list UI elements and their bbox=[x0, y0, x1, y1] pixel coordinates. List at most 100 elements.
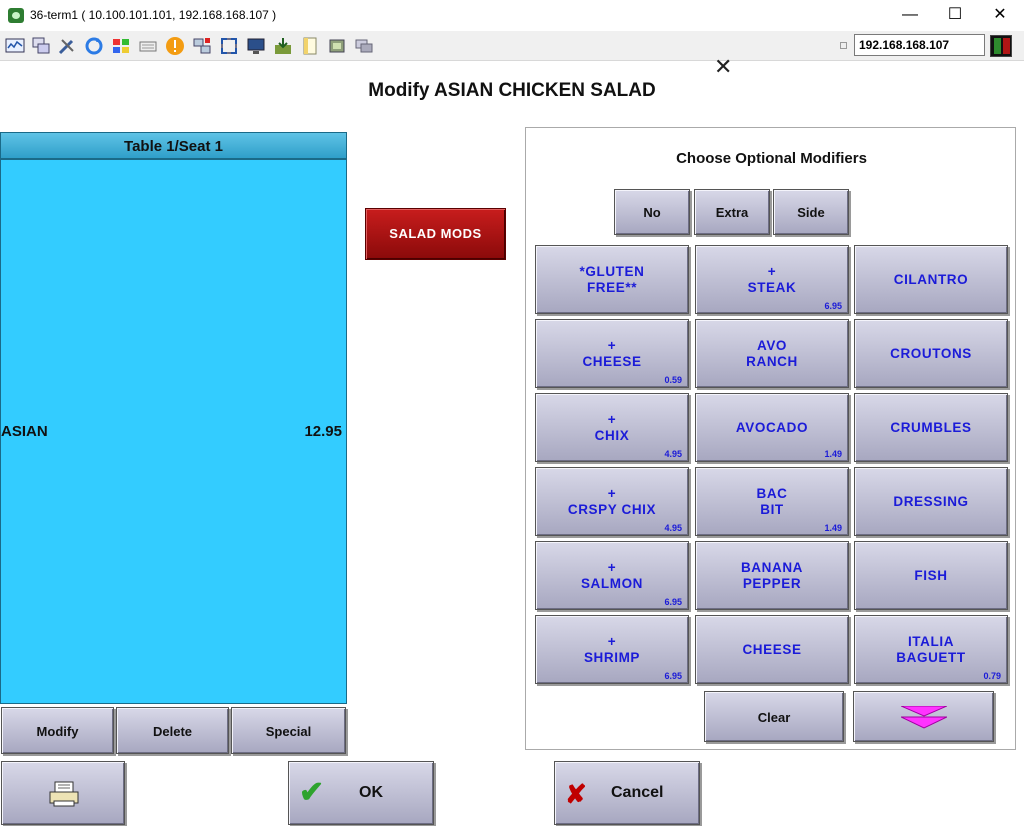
checkmark-icon: ✔ bbox=[299, 776, 325, 809]
ok-button[interactable]: ✔ OK bbox=[288, 761, 434, 825]
modifier-button[interactable]: FISH bbox=[854, 541, 1008, 610]
chat-icon[interactable] bbox=[354, 36, 374, 56]
document-icon[interactable] bbox=[300, 36, 320, 56]
modifier-button[interactable]: CROUTONS bbox=[854, 319, 1008, 388]
alert-icon[interactable] bbox=[165, 36, 185, 56]
modify-button[interactable]: Modify bbox=[1, 707, 114, 754]
windows-logo-icon[interactable] bbox=[111, 36, 131, 56]
fullscreen-icon[interactable] bbox=[219, 36, 239, 56]
network-icon[interactable] bbox=[192, 36, 212, 56]
modifier-label: AVO RANCH bbox=[696, 338, 848, 370]
order-item-name[interactable]: ASIAN bbox=[1, 423, 48, 440]
modifier-button[interactable]: BANANA PEPPER bbox=[695, 541, 849, 610]
tools-icon[interactable] bbox=[57, 36, 77, 56]
modifier-label-line: PEPPER bbox=[742, 575, 802, 591]
modifier-label: ITALIA BAGUETT bbox=[855, 634, 1007, 666]
screenshot-icon[interactable] bbox=[327, 36, 347, 56]
display-icon[interactable] bbox=[246, 36, 266, 56]
modifier-button[interactable]: + STEAK 6.95 bbox=[695, 245, 849, 314]
modifier-label: CHEESE bbox=[696, 642, 848, 658]
ok-label: OK bbox=[359, 784, 383, 801]
modifier-button[interactable]: + CHIX 4.95 bbox=[535, 393, 689, 462]
connection-status-icon[interactable] bbox=[990, 35, 1012, 57]
modifier-label: AVOCADO bbox=[696, 420, 848, 436]
modifier-label-line: ITALIA bbox=[907, 633, 955, 649]
page-title: Modify ASIAN CHICKEN SALAD bbox=[368, 80, 656, 101]
refresh-icon[interactable] bbox=[84, 36, 104, 56]
app-icon bbox=[8, 8, 24, 23]
modifier-price: 6.95 bbox=[664, 597, 682, 607]
side-option-button[interactable]: Side bbox=[773, 189, 849, 235]
modifier-label-line: CRSPY CHIX bbox=[567, 501, 657, 517]
modifier-button[interactable]: CRUMBLES bbox=[854, 393, 1008, 462]
clear-button[interactable]: Clear bbox=[704, 691, 844, 742]
modifier-label: DRESSING bbox=[855, 494, 1007, 510]
modifier-label-line: AVO bbox=[756, 337, 788, 353]
modifier-label-line: SHRIMP bbox=[583, 649, 641, 665]
modifier-price: 0.59 bbox=[664, 375, 682, 385]
toolbar: 192.168.168.107 bbox=[0, 31, 1024, 61]
printer-icon bbox=[49, 781, 79, 807]
modifier-label-line: CHIX bbox=[594, 427, 630, 443]
salad-mods-button[interactable]: SALAD MODS bbox=[365, 208, 506, 260]
modifier-label-line: + bbox=[607, 337, 617, 353]
modifier-label: CILANTRO bbox=[855, 272, 1007, 288]
modifier-label-line: BIT bbox=[760, 501, 784, 517]
order-panel: Table 1/Seat 1 ASIAN 12.95 bbox=[0, 132, 347, 704]
modifier-label: CROUTONS bbox=[855, 346, 1007, 362]
address-input[interactable]: 192.168.168.107 bbox=[854, 34, 985, 56]
modifier-price: 1.49 bbox=[824, 523, 842, 533]
modifier-button[interactable]: + SHRIMP 6.95 bbox=[535, 615, 689, 684]
monitor-icon[interactable] bbox=[5, 36, 25, 56]
order-item-price: 12.95 bbox=[304, 423, 342, 440]
modifier-label: BANANA PEPPER bbox=[696, 560, 848, 592]
extra-option-button[interactable]: Extra bbox=[694, 189, 770, 235]
modifier-label: CRUMBLES bbox=[855, 420, 1007, 436]
modifier-label-line: CRUMBLES bbox=[890, 419, 972, 435]
minimize-icon[interactable]: — bbox=[887, 0, 933, 31]
modifier-label-line: BAGUETT bbox=[896, 649, 966, 665]
keyboard-icon[interactable] bbox=[138, 36, 158, 56]
modifier-label-line: CHEESE bbox=[582, 353, 642, 369]
modifier-label-line: + bbox=[607, 559, 617, 575]
modifier-button[interactable]: DRESSING bbox=[854, 467, 1008, 536]
modifier-button[interactable]: + CRSPY CHIX 4.95 bbox=[535, 467, 689, 536]
modifier-label-line: DRESSING bbox=[893, 493, 969, 509]
modifier-label-line: CROUTONS bbox=[890, 345, 972, 361]
modifier-button[interactable]: + SALMON 6.95 bbox=[535, 541, 689, 610]
modifier-price: 1.49 bbox=[824, 449, 842, 459]
window-titlebar: 36-term1 ( 10.100.101.101, 192.168.168.1… bbox=[0, 0, 1024, 31]
modifier-button[interactable]: + CHEESE 0.59 bbox=[535, 319, 689, 388]
window-title: 36-term1 ( 10.100.101.101, 192.168.168.1… bbox=[30, 8, 277, 22]
modifier-button[interactable]: BAC BIT 1.49 bbox=[695, 467, 849, 536]
page-down-button[interactable] bbox=[853, 691, 994, 742]
modifier-label: + SHRIMP bbox=[536, 634, 688, 666]
maximize-icon[interactable]: ☐ bbox=[932, 0, 978, 31]
modifier-label-line: BANANA bbox=[740, 559, 804, 575]
modifier-label-line: + bbox=[607, 411, 617, 427]
print-button[interactable] bbox=[1, 761, 125, 825]
modifier-button[interactable]: AVOCADO 1.49 bbox=[695, 393, 849, 462]
special-button[interactable]: Special bbox=[231, 707, 346, 754]
modifier-button[interactable]: ITALIA BAGUETT 0.79 bbox=[854, 615, 1008, 684]
modifier-label: + CHIX bbox=[536, 412, 688, 444]
no-option-button[interactable]: No bbox=[614, 189, 690, 235]
address-toggle[interactable] bbox=[840, 42, 847, 49]
modifier-label-line: CILANTRO bbox=[893, 271, 969, 287]
modifier-button[interactable]: CILANTRO bbox=[854, 245, 1008, 314]
modifier-button[interactable]: AVO RANCH bbox=[695, 319, 849, 388]
modifier-label-line: SALMON bbox=[580, 575, 644, 591]
windows-icon[interactable] bbox=[31, 36, 51, 56]
dialog-close-icon[interactable]: ✕ bbox=[714, 56, 732, 78]
modifier-label-line: *GLUTEN bbox=[579, 263, 645, 279]
cancel-button[interactable]: ✘ Cancel bbox=[554, 761, 700, 825]
cancel-label: Cancel bbox=[611, 784, 664, 801]
modifier-label-line: + bbox=[767, 263, 777, 279]
modifier-label-line: CHEESE bbox=[742, 641, 802, 657]
modifier-button[interactable]: *GLUTEN FREE** bbox=[535, 245, 689, 314]
delete-button[interactable]: Delete bbox=[116, 707, 229, 754]
close-window-icon[interactable]: ✕ bbox=[977, 0, 1023, 31]
modifier-button[interactable]: CHEESE bbox=[695, 615, 849, 684]
download-icon[interactable] bbox=[273, 36, 293, 56]
modifier-panel: Choose Optional Modifiers No Extra Side … bbox=[525, 127, 1016, 750]
